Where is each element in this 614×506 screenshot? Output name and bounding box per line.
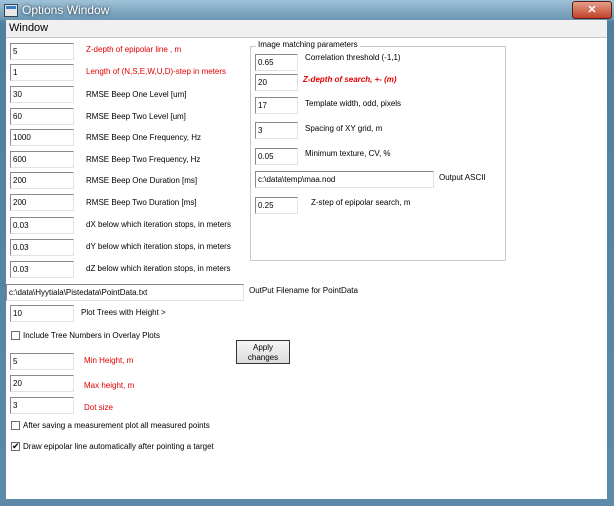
close-button[interactable]: ✕	[572, 1, 612, 19]
step-length-label: Length of (N,S,E,W,U,D)-step in meters	[86, 67, 227, 76]
menu-bar: Window	[6, 20, 607, 38]
rmse-beep-two-frequency-input[interactable]: 600	[10, 151, 74, 168]
window-title: Options Window	[22, 3, 110, 17]
dot-size-input[interactable]: 3	[10, 397, 74, 414]
dz-threshold-label: dZ below which iteration stops, in meter…	[86, 264, 231, 273]
dz-threshold-input[interactable]: 0.03	[10, 261, 74, 278]
rmse-beep-one-level-label: RMSE Beep One Level [um]	[86, 90, 187, 99]
min-height-label: Min Height, m	[84, 356, 134, 365]
step-length-input[interactable]: 1	[10, 64, 74, 81]
minimum-texture-input[interactable]: 0.05	[255, 148, 298, 165]
point-data-filename-label: OutPut Filename for PointData	[249, 286, 358, 295]
apply-changes-button[interactable]: Apply changes	[236, 340, 290, 364]
dx-threshold-label: dX below which iteration stops, in meter…	[86, 220, 231, 229]
minimum-texture-label: Minimum texture, CV, %	[305, 149, 391, 158]
template-width-label: Template width, odd, pixels	[305, 99, 402, 108]
min-height-input[interactable]: 5	[10, 353, 74, 370]
z-step-epipolar-label: Z-step of epipolar search, m	[311, 198, 411, 207]
z-step-epipolar-input[interactable]: 0.25	[255, 197, 298, 214]
options-panel: 5 Z-depth of epipolar line , m 1 Length …	[6, 38, 607, 499]
apply-changes-line1: Apply	[252, 343, 273, 352]
dot-size-label: Dot size	[84, 403, 113, 412]
rmse-beep-two-level-label: RMSE Beep Two Level [um]	[86, 112, 186, 121]
rmse-beep-two-duration-input[interactable]: 200	[10, 194, 74, 211]
output-ascii-path-input[interactable]: c:\data\temp\maa.nod	[255, 171, 434, 188]
apply-changes-line2: changes	[247, 353, 279, 362]
close-icon: ✕	[587, 4, 597, 16]
rmse-beep-one-frequency-input[interactable]: 1000	[10, 129, 74, 146]
draw-epipolar-checkbox[interactable]: ✔	[11, 441, 20, 451]
image-matching-title: Image matching parameters	[256, 40, 360, 49]
z-depth-epipolar-input[interactable]: 5	[10, 43, 74, 60]
rmse-beep-two-level-input[interactable]: 60	[10, 108, 74, 125]
plot-trees-height-label: Plot Trees with Height >	[81, 308, 166, 317]
rmse-beep-two-frequency-label: RMSE Beep Two Frequency, Hz	[86, 155, 201, 164]
rmse-beep-two-duration-label: RMSE Beep Two Duration [ms]	[86, 198, 197, 207]
draw-epipolar-label: Draw epipolar line automatically after p…	[23, 442, 214, 451]
window-app-icon	[4, 4, 18, 17]
dy-threshold-label: dY below which iteration stops, in meter…	[86, 242, 231, 251]
window-frame: Options Window ✕ Window 5 Z-depth of epi…	[0, 0, 614, 506]
rmse-beep-one-duration-input[interactable]: 200	[10, 172, 74, 189]
include-tree-numbers-checkbox[interactable]	[11, 331, 20, 340]
plot-trees-height-input[interactable]: 10	[10, 305, 74, 322]
correlation-threshold-label: Correlation threshold (-1,1)	[305, 53, 401, 62]
z-depth-epipolar-label: Z-depth of epipolar line , m	[86, 45, 182, 54]
z-depth-search-input[interactable]: 20	[255, 74, 298, 91]
xy-grid-spacing-input[interactable]: 3	[255, 122, 298, 139]
title-bar[interactable]: Options Window ✕	[0, 0, 614, 20]
correlation-threshold-input[interactable]: 0.65	[255, 54, 298, 71]
check-icon: ✔	[12, 441, 20, 451]
max-height-label: Max height, m	[84, 381, 135, 390]
max-height-input[interactable]: 20	[10, 375, 74, 392]
output-ascii-label: Output ASCII	[439, 173, 486, 182]
rmse-beep-one-frequency-label: RMSE Beep One Frequency, Hz	[86, 133, 202, 142]
dx-threshold-input[interactable]: 0.03	[10, 217, 74, 234]
after-saving-checkbox[interactable]	[11, 421, 20, 430]
after-saving-label: After saving a measurement plot all meas…	[23, 421, 210, 430]
include-tree-numbers-label: Include Tree Numbers in Overlay Plots	[23, 331, 160, 340]
template-width-input[interactable]: 17	[255, 97, 298, 114]
dy-threshold-input[interactable]: 0.03	[10, 239, 74, 256]
rmse-beep-one-duration-label: RMSE Beep One Duration [ms]	[86, 176, 198, 185]
menu-item-window[interactable]: Window	[9, 22, 48, 34]
xy-grid-spacing-label: Spacing of XY grid, m	[305, 124, 383, 133]
z-depth-search-label: Z-depth of search, +- (m)	[303, 75, 397, 84]
rmse-beep-one-level-input[interactable]: 30	[10, 86, 74, 103]
point-data-filename-input[interactable]: c:\data\Hyytiala\Pistedata\PointData.txt	[6, 284, 244, 301]
